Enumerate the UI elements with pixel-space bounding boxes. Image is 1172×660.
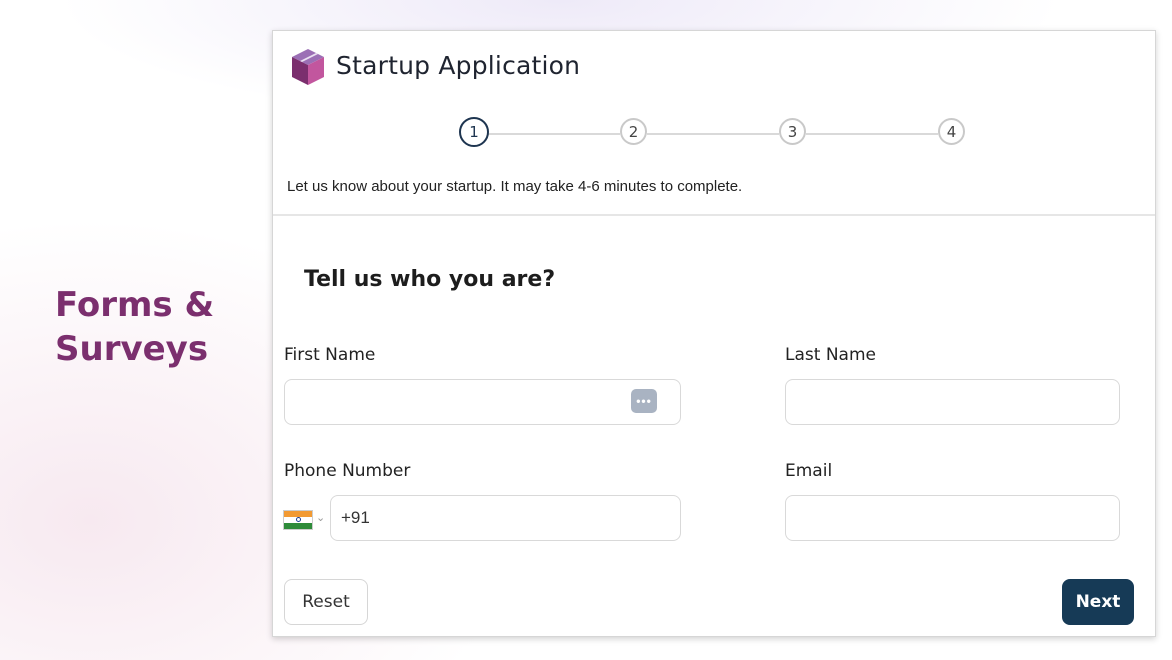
progress-stepper: 1 2 3 4 bbox=[459, 117, 967, 150]
india-flag-icon[interactable] bbox=[283, 510, 313, 530]
reset-button[interactable]: Reset bbox=[284, 579, 368, 625]
step-connector bbox=[647, 133, 779, 135]
intro-text: Let us know about your startup. It may t… bbox=[287, 178, 743, 195]
step-connector bbox=[806, 133, 938, 135]
phone-input[interactable] bbox=[330, 495, 681, 541]
next-button[interactable]: Next bbox=[1062, 579, 1134, 625]
autofill-icon[interactable]: ••• bbox=[631, 389, 657, 413]
chevron-down-icon[interactable]: ⌄ bbox=[316, 511, 325, 524]
step-2[interactable]: 2 bbox=[620, 118, 647, 145]
section-title: Tell us who you are? bbox=[304, 267, 556, 292]
first-name-input[interactable] bbox=[284, 379, 681, 425]
first-name-label: First Name bbox=[284, 345, 376, 365]
side-heading: Forms & Surveys bbox=[55, 283, 214, 371]
cube-logo-icon bbox=[292, 49, 324, 85]
step-1[interactable]: 1 bbox=[459, 117, 489, 147]
email-input[interactable] bbox=[785, 495, 1120, 541]
step-3[interactable]: 3 bbox=[779, 118, 806, 145]
side-heading-line2: Surveys bbox=[55, 329, 209, 369]
application-card: Startup Application 1 2 3 4 Let us know … bbox=[272, 30, 1156, 637]
last-name-label: Last Name bbox=[785, 345, 876, 365]
divider bbox=[273, 214, 1155, 216]
email-label: Email bbox=[785, 461, 833, 481]
last-name-input[interactable] bbox=[785, 379, 1120, 425]
side-heading-line1: Forms & bbox=[55, 285, 215, 325]
step-4[interactable]: 4 bbox=[938, 118, 965, 145]
phone-label: Phone Number bbox=[284, 461, 411, 481]
step-connector bbox=[488, 133, 620, 135]
app-title: Startup Application bbox=[336, 51, 581, 80]
